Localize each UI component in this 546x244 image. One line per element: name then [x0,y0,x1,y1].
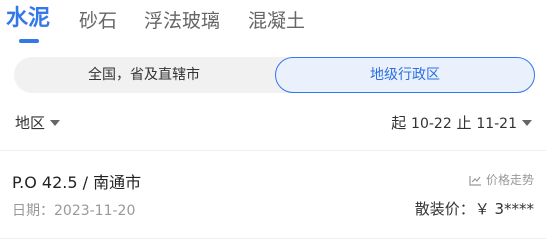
trend-chart-icon [469,176,481,186]
page: 水泥 砂石 浮法玻璃 混凝土 全国，省及直辖市 地级行政区 地区 起 10-22… [0,0,546,244]
category-tabs: 水泥 砂石 浮法玻璃 混凝土 [0,0,546,46]
tab-sand-gravel[interactable]: 砂石 [79,8,117,34]
divider [0,238,546,239]
filter-row: 地区 起 10-22 止 11-21 [0,108,546,138]
divider [0,150,546,151]
tab-float-glass[interactable]: 浮法玻璃 [144,8,220,34]
start-date: 10-22 [411,116,452,132]
tab-cement[interactable]: 水泥 [6,6,50,32]
region-level-switch: 全国，省及直辖市 地级行政区 [14,57,535,93]
segment-national-provincial[interactable]: 全国，省及直辖市 [14,57,274,93]
item-date: 日期：2023-11-20 [12,203,136,219]
caret-down-icon [522,119,532,126]
bulk-price: 散装价：￥ 3**** [414,200,534,218]
segment-prefecture-level[interactable]: 地级行政区 [275,57,535,93]
active-tab-indicator [19,39,39,43]
caret-down-icon [50,119,61,126]
list-item[interactable]: P.O 42.5 / 南通市 日期：2023-11-20 价格走势 散装价：￥ … [0,160,546,244]
region-filter[interactable]: 地区 [15,112,61,133]
product-title: P.O 42.5 / 南通市 [12,173,142,192]
price-trend-link[interactable]: 价格走势 [469,171,534,188]
date-range-filter[interactable]: 起 10-22 止 11-21 [391,112,532,133]
price-trend-label: 价格走势 [485,173,534,187]
region-filter-label: 地区 [15,114,46,132]
start-prefix: 起 [391,114,407,132]
end-date: 11-21 [476,116,517,132]
tab-concrete[interactable]: 混凝土 [248,8,305,34]
end-prefix: 止 [456,114,472,132]
